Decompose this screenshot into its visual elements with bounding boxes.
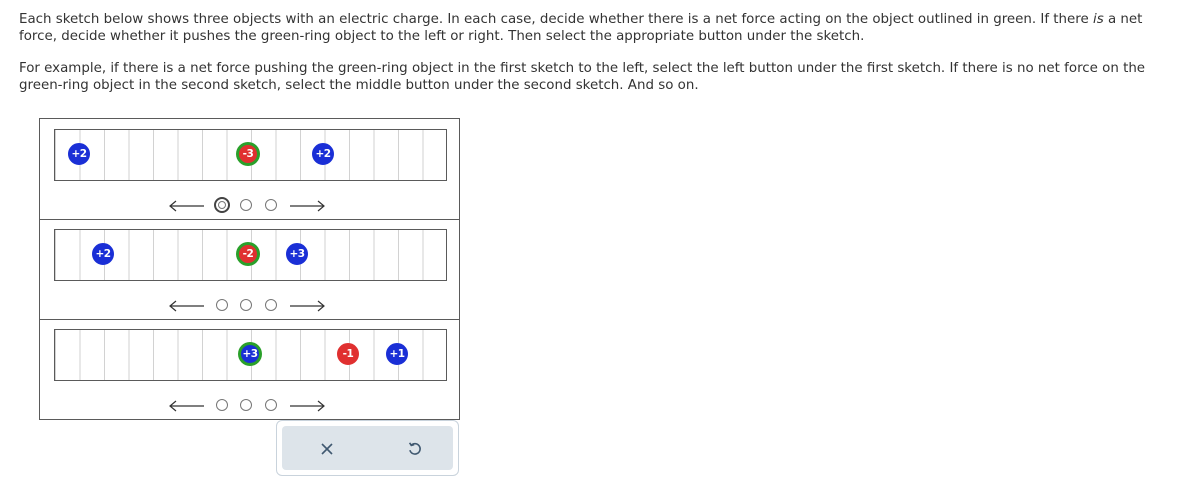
force-direction-options (168, 297, 333, 317)
left-arrow-icon (169, 300, 204, 312)
radio-no-force[interactable] (240, 399, 252, 411)
right-arrow-icon (290, 400, 325, 412)
charge-object: +2 (68, 143, 90, 165)
charge-object: -1 (337, 343, 359, 365)
sketch-3: +3 -1 +1 (40, 319, 459, 419)
radio-no-force[interactable] (240, 199, 252, 211)
radio-right[interactable] (265, 299, 277, 311)
instruction-emphasis: is (1093, 12, 1104, 27)
undo-icon (408, 442, 421, 455)
sketch-1: +2 -3 +2 (40, 119, 459, 220)
charge-object: +1 (386, 343, 408, 365)
charge-track: +3 -1 +1 (54, 329, 447, 381)
instruction-paragraph-2: For example, if there is a net force pus… (19, 61, 1146, 93)
charge-object: +2 (92, 243, 114, 265)
x-icon (321, 443, 333, 455)
instruction-paragraph-1: Each sketch below shows three objects wi… (19, 11, 1169, 45)
force-direction-options (168, 397, 333, 417)
left-arrow-icon (169, 200, 204, 212)
right-arrow-icon (290, 300, 325, 312)
charge-track: +2 -3 +2 (54, 129, 447, 181)
clear-button[interactable] (314, 436, 340, 462)
radio-no-force[interactable] (240, 299, 252, 311)
action-bar-inner (282, 426, 453, 470)
sketch-2: +2 -2 +3 (40, 219, 459, 320)
charge-object: +3 (286, 243, 308, 265)
undo-button[interactable] (402, 436, 428, 462)
radio-left[interactable] (216, 399, 228, 411)
instruction-text: Each sketch below shows three objects wi… (19, 12, 1089, 27)
charge-object-green-ring: +3 (239, 343, 261, 365)
radio-right[interactable] (265, 399, 277, 411)
radio-right[interactable] (265, 199, 277, 211)
force-direction-options (168, 197, 333, 217)
radio-left[interactable] (214, 197, 230, 213)
charge-track: +2 -2 +3 (54, 229, 447, 281)
charge-object-green-ring: -3 (237, 143, 259, 165)
radio-left[interactable] (216, 299, 228, 311)
charge-object-green-ring: -2 (237, 243, 259, 265)
right-arrow-icon (290, 200, 325, 212)
answer-action-bar (276, 420, 459, 476)
sketch-panel: +2 -3 +2 +2 -2 +3 +3 -1 +1 (39, 118, 460, 420)
charge-object: +2 (312, 143, 334, 165)
left-arrow-icon (169, 400, 204, 412)
